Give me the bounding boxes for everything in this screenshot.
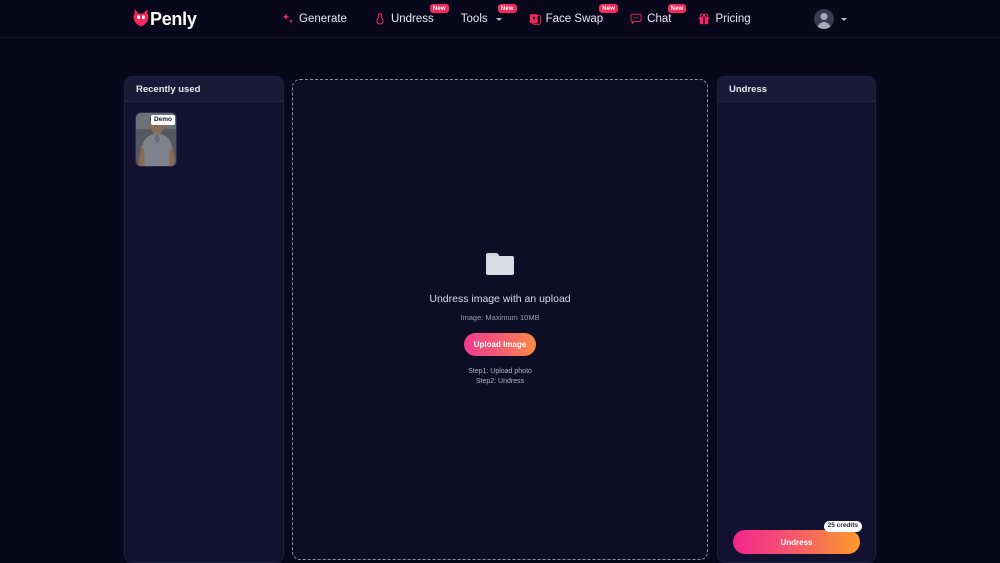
devil-head-icon [133,9,149,29]
badge-new-face-swap: New [599,4,619,13]
panel-title: Undress [729,83,768,95]
logo[interactable]: Penly [133,7,197,31]
nav-item-tools[interactable]: Tools New [460,0,517,38]
credits-badge: 25 credits [823,521,862,532]
recently-used-panel: Recently used Demo [124,76,284,563]
undress-panel: Undress [717,76,876,563]
chat-bubble-icon [630,13,642,25]
panel-title: Recently used [136,83,201,95]
face-swap-icon [529,13,541,25]
nav-label-tools: Tools [460,13,488,25]
account-menu[interactable] [814,9,847,29]
nav-item-generate[interactable]: Generate [282,0,347,38]
undress-button[interactable]: Undress [733,530,860,554]
app-root: Penly Generate Undress New Tools New Fac… [0,0,1000,563]
recently-used-list: Demo [125,102,283,167]
dropzone-subtitle: Image: Maximum 10MB [460,313,540,323]
nav-item-chat[interactable]: Chat New [630,0,687,38]
nav-label-chat: Chat [647,13,672,25]
chevron-down-icon [841,17,847,21]
dropzone-step-1: Step1: Upload photo [468,368,532,376]
nav-item-face-swap[interactable]: Face Swap New [529,0,619,38]
gift-icon [698,13,710,25]
badge-new-tools: New [497,4,517,13]
nav-label-pricing: Pricing [715,13,751,25]
undress-panel-header: Undress [718,77,875,102]
sparkle-icon [282,13,294,25]
chevron-down-icon [495,17,502,21]
folder-icon [486,253,514,276]
badge-new-undress: New [429,4,449,13]
recently-used-header: Recently used [125,77,283,102]
user-avatar-icon [814,9,834,29]
nav-item-pricing[interactable]: Pricing [698,0,751,38]
dropzone-step-2: Step2: Undress [475,377,525,385]
upload-image-button[interactable]: Upload Image [464,333,536,357]
top-header: Penly Generate Undress New Tools New Fac… [0,0,1000,38]
dress-icon [374,13,386,25]
nav-label-face-swap: Face Swap [545,13,604,25]
logo-text: Penly [150,9,197,29]
upload-dropzone[interactable]: Undress image with an upload Image: Maxi… [292,79,708,560]
demo-badge: Demo [150,115,175,126]
list-item[interactable]: Demo [135,112,177,167]
undress-action-wrap[interactable]: Undress 25 credits [733,521,862,554]
badge-new-chat: New [667,4,687,13]
dropzone-title: Undress image with an upload [429,293,571,306]
main-navigation: Generate Undress New Tools New Face Swap… [282,0,751,38]
nav-label-undress: Undress [390,13,434,25]
nav-item-undress[interactable]: Undress New [374,0,449,38]
nav-label-generate: Generate [299,13,347,25]
